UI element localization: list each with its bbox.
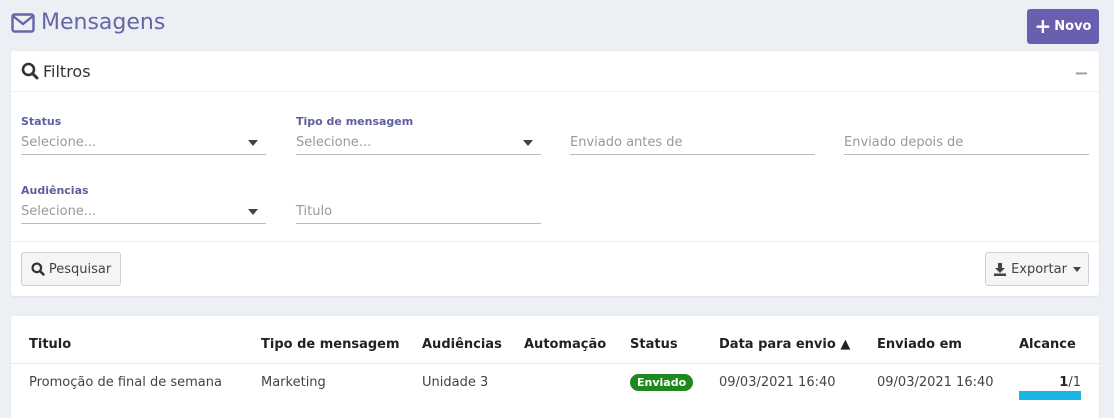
table-row[interactable]: Promoção de final de semana Marketing Un… — [11, 363, 1099, 401]
column-header-reach[interactable]: Alcance — [1019, 326, 1099, 364]
sent-before-placeholder: Enviado antes de — [570, 135, 683, 150]
column-header-audiences[interactable]: Audiências — [422, 326, 524, 364]
status-label: Status — [21, 115, 62, 128]
title-filter: Titulo — [296, 184, 541, 224]
status-select[interactable]: Selecione... — [21, 131, 266, 155]
sent-before-filter: Enviado antes de — [570, 115, 815, 155]
page-title-text: Mensagens — [41, 10, 166, 35]
search-icon — [21, 62, 39, 80]
cell-audience: Unidade 3 — [422, 374, 489, 390]
collapse-icon[interactable]: − — [1074, 63, 1089, 84]
audiences-label: Audiências — [21, 184, 89, 197]
filters-title: Filtros — [21, 62, 91, 81]
cell-automation — [524, 363, 630, 401]
audiences-placeholder: Selecione... — [21, 204, 97, 219]
messages-table: Titulo Tipo de mensagem Audiências Autom… — [11, 326, 1099, 401]
chevron-down-icon — [523, 139, 533, 146]
column-header-status[interactable]: Status — [630, 326, 719, 364]
search-icon — [31, 262, 45, 276]
reach-count: 1/1 — [1019, 375, 1099, 390]
title-placeholder: Titulo — [296, 204, 333, 219]
reach-progress-fill — [1019, 391, 1081, 400]
filters-card: Filtros − Status Selecione... Tipo de me… — [11, 51, 1099, 296]
chevron-down-icon — [248, 139, 258, 146]
messages-table-card: Titulo Tipo de mensagem Audiências Autom… — [11, 316, 1099, 418]
cell-sent-at: 09/03/2021 16:40 — [877, 374, 994, 390]
type-label: Tipo de mensagem — [296, 115, 414, 128]
table-header-row: Titulo Tipo de mensagem Audiências Autom… — [11, 326, 1099, 364]
cell-title: Promoção de final de semana — [29, 374, 222, 390]
column-header-title[interactable]: Titulo — [11, 326, 261, 364]
export-button[interactable]: Exportar — [985, 252, 1089, 286]
search-button-label: Pesquisar — [48, 261, 112, 277]
new-button-label: Novo — [1054, 19, 1092, 34]
audiences-select[interactable]: Selecione... — [21, 200, 266, 224]
status-filter: Status Selecione... — [21, 115, 266, 155]
export-button-label: Exportar — [1011, 261, 1067, 277]
cell-status: Enviado — [630, 363, 719, 401]
download-icon — [994, 263, 1007, 276]
column-header-send-date[interactable]: Data para envio ▲ — [719, 326, 877, 364]
type-select[interactable]: Selecione... — [296, 131, 541, 155]
column-header-type[interactable]: Tipo de mensagem — [261, 326, 422, 364]
cell-send-date: 09/03/2021 16:40 — [719, 374, 836, 390]
plus-icon: + — [1034, 13, 1052, 38]
page-header: Mensagens + Novo — [11, 8, 1099, 44]
status-badge: Enviado — [630, 373, 694, 391]
sent-after-placeholder: Enviado depois de — [844, 135, 964, 150]
filters-title-text: Filtros — [43, 61, 91, 81]
envelope-icon — [11, 12, 35, 33]
sent-before-input[interactable]: Enviado antes de — [570, 131, 815, 155]
cell-type: Marketing — [261, 374, 326, 390]
status-placeholder: Selecione... — [21, 135, 97, 150]
type-filter: Tipo de mensagem Selecione... — [296, 115, 541, 155]
type-placeholder: Selecione... — [296, 135, 372, 150]
filters-header[interactable]: Filtros − — [11, 51, 1099, 92]
sent-after-input[interactable]: Enviado depois de — [844, 131, 1089, 155]
sent-after-filter: Enviado depois de — [844, 115, 1089, 155]
audiences-filter: Audiências Selecione... — [21, 184, 266, 224]
column-header-automation[interactable]: Automação — [524, 326, 630, 364]
chevron-down-icon — [248, 208, 258, 215]
filters-divider — [11, 241, 1099, 242]
reach-total: /1 — [1068, 374, 1081, 390]
cell-reach: 1/1 — [1019, 363, 1099, 401]
title-input[interactable]: Titulo — [296, 200, 541, 224]
reach-done: 1 — [1059, 374, 1069, 390]
column-header-sent-at[interactable]: Enviado em — [877, 326, 1019, 364]
chevron-down-icon — [1072, 266, 1081, 272]
reach-progress-bar — [1019, 391, 1081, 400]
new-button[interactable]: + Novo — [1027, 9, 1099, 44]
search-button[interactable]: Pesquisar — [21, 252, 121, 286]
page-title: Mensagens — [11, 10, 165, 35]
